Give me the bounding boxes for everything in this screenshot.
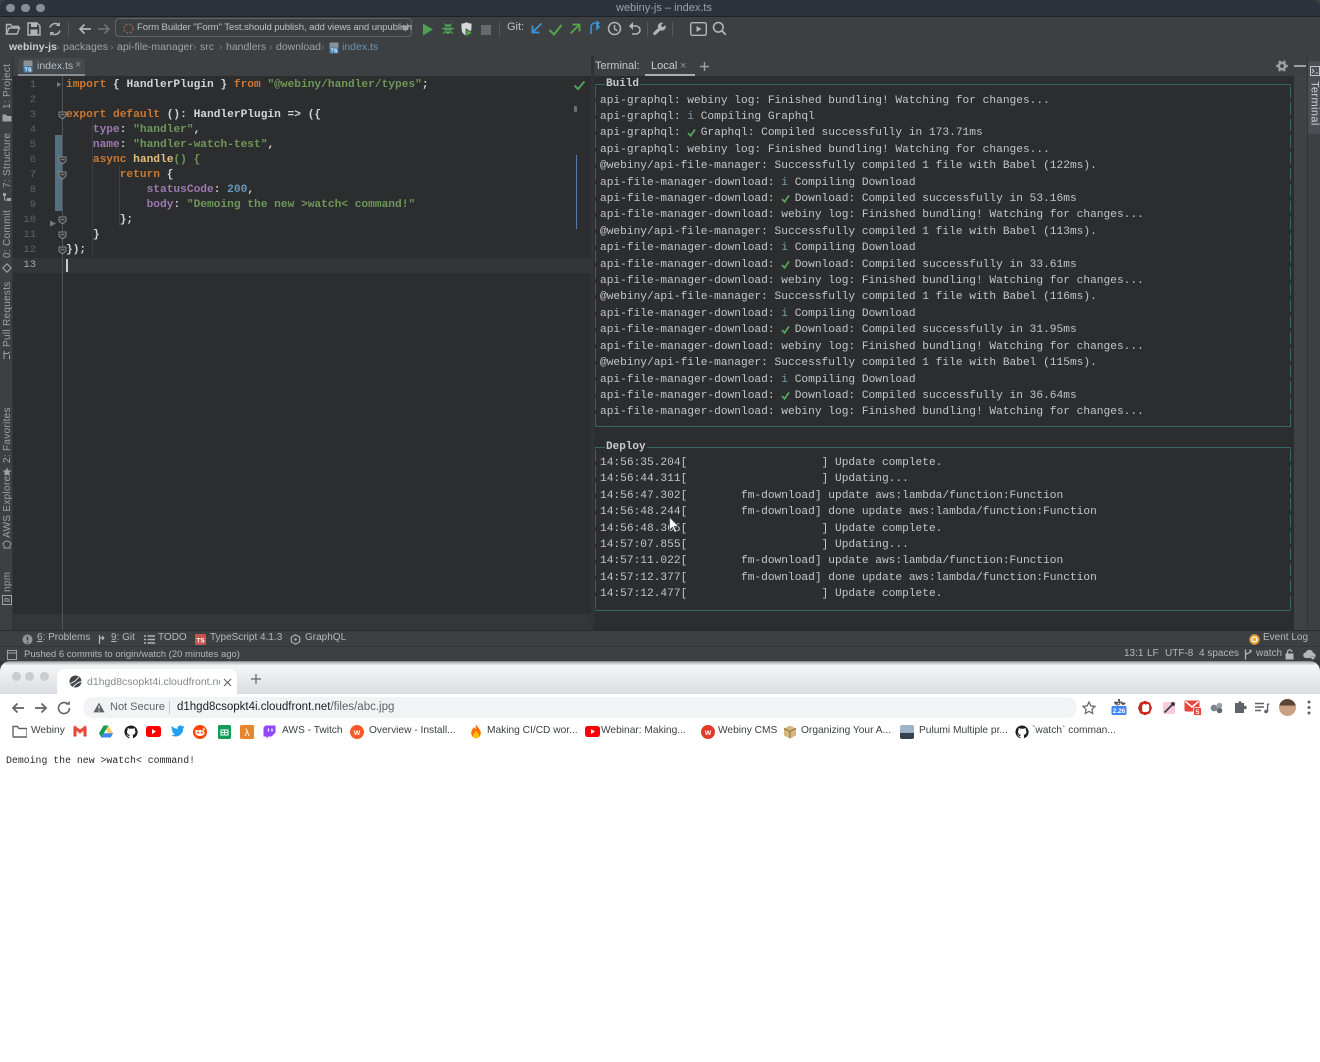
svg-text:2.26: 2.26 (1113, 708, 1126, 715)
svg-text:TS: TS (24, 67, 31, 73)
svg-text:TS: TS (196, 637, 205, 644)
svg-text:λ: λ (245, 727, 250, 738)
svg-text:5: 5 (1196, 709, 1200, 716)
svg-text:TS: TS (331, 49, 338, 54)
svg-text:w: w (353, 728, 361, 737)
svg-text:w: w (704, 728, 712, 737)
